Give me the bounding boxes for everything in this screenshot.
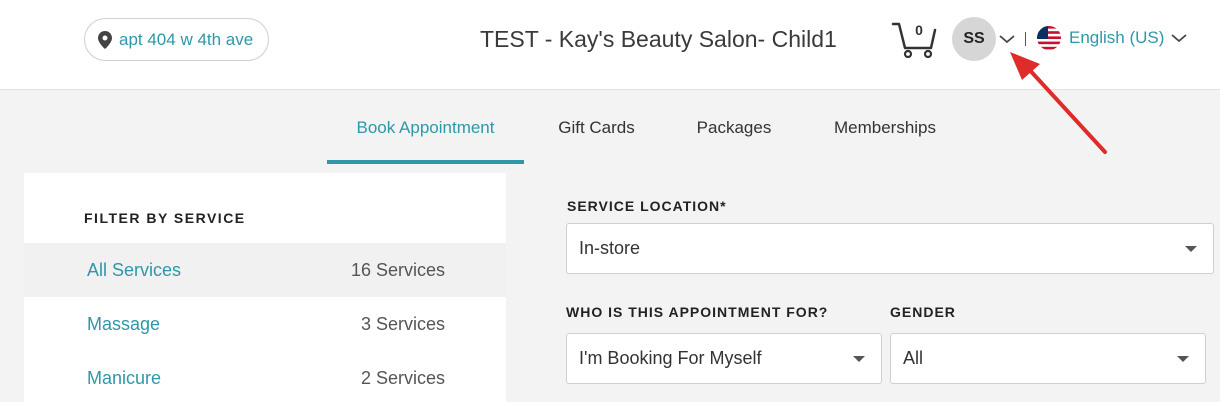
- caret-down-icon: [1177, 355, 1189, 362]
- filter-item-manicure[interactable]: Manicure 2 Services: [24, 351, 506, 402]
- filter-item-all-services[interactable]: All Services 16 Services: [24, 243, 506, 297]
- cart-button[interactable]: 0: [891, 18, 939, 59]
- caret-down-icon: [1185, 245, 1197, 252]
- filter-item-label: Massage: [87, 313, 161, 334]
- map-pin-icon: [98, 30, 112, 49]
- user-avatar[interactable]: SS: [952, 17, 996, 61]
- filter-item-label: All Services: [87, 259, 182, 280]
- chevron-down-icon: [1171, 34, 1188, 43]
- main-tabs: Book Appointment Gift Cards Packages Mem…: [0, 92, 1220, 164]
- service-filter-panel: FILTER BY SERVICE All Services 16 Servic…: [24, 173, 506, 402]
- gender-value: All: [903, 348, 924, 368]
- gender-label: GENDER: [890, 304, 956, 320]
- service-location-select[interactable]: In-store: [566, 223, 1214, 274]
- filter-item-count: 16 Services: [350, 259, 445, 280]
- top-header: apt 404 w 4th ave TEST - Kay's Beauty Sa…: [0, 0, 1220, 90]
- gender-select[interactable]: All: [890, 333, 1206, 384]
- tab-book-appointment[interactable]: Book Appointment: [327, 92, 524, 164]
- cart-count-badge: 0: [915, 22, 923, 38]
- who-value: I'm Booking For Myself: [579, 348, 762, 368]
- service-location-value: In-store: [579, 238, 641, 258]
- chevron-down-icon[interactable]: [998, 33, 1016, 45]
- who-select[interactable]: I'm Booking For Myself: [566, 333, 882, 384]
- filter-item-count: 2 Services: [360, 367, 445, 388]
- caret-down-icon: [853, 355, 865, 362]
- filter-item-count: 3 Services: [360, 313, 445, 334]
- language-selector[interactable]: English (US): [1037, 26, 1188, 50]
- filter-item-label: Manicure: [87, 367, 162, 388]
- us-flag-icon: [1037, 26, 1061, 50]
- language-label: English (US): [1069, 28, 1165, 47]
- who-label: WHO IS THIS APPOINTMENT FOR?: [566, 304, 829, 320]
- tab-gift-cards[interactable]: Gift Cards: [540, 92, 653, 164]
- filter-heading: FILTER BY SERVICE: [84, 210, 246, 226]
- salon-title: TEST - Kay's Beauty Salon- Child1: [480, 26, 837, 52]
- filter-item-massage[interactable]: Massage 3 Services: [24, 297, 506, 351]
- location-button[interactable]: apt 404 w 4th ave: [84, 18, 269, 61]
- header-divider: [1025, 32, 1026, 46]
- tab-memberships[interactable]: Memberships: [818, 92, 952, 164]
- service-location-label: SERVICE LOCATION*: [567, 198, 727, 214]
- location-text: apt 404 w 4th ave: [119, 29, 254, 49]
- tab-packages[interactable]: Packages: [680, 92, 788, 164]
